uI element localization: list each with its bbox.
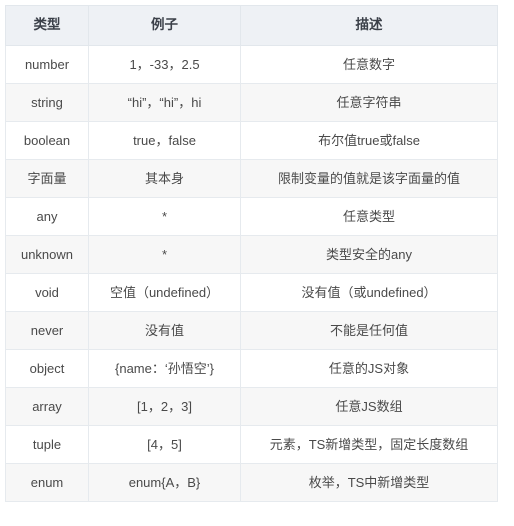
cell-type: string bbox=[5, 83, 89, 122]
cell-type: object bbox=[5, 349, 89, 388]
cell-type: tuple bbox=[5, 425, 89, 464]
table-row: string “hi”，“hi”，hi 任意字符串 bbox=[5, 83, 498, 122]
cell-description: 元素，TS新增类型，固定长度数组 bbox=[240, 425, 498, 464]
cell-example: [4，5] bbox=[88, 425, 241, 464]
cell-description: 没有值（或undefined） bbox=[240, 273, 498, 312]
cell-example: enum{A，B} bbox=[88, 463, 241, 502]
cell-example: 空值（undefined） bbox=[88, 273, 241, 312]
cell-description: 类型安全的any bbox=[240, 235, 498, 274]
cell-example: * bbox=[88, 197, 241, 236]
cell-example: * bbox=[88, 235, 241, 274]
cell-description: 限制变量的值就是该字面量的值 bbox=[240, 159, 498, 198]
cell-type: number bbox=[5, 45, 89, 84]
cell-type: any bbox=[5, 197, 89, 236]
column-header-type: 类型 bbox=[5, 5, 89, 46]
cell-type: 字面量 bbox=[5, 159, 89, 198]
table-row: 字面量 其本身 限制变量的值就是该字面量的值 bbox=[5, 159, 498, 198]
cell-example: 1，-33，2.5 bbox=[88, 45, 241, 84]
column-header-example: 例子 bbox=[88, 5, 241, 46]
table-row: unknown * 类型安全的any bbox=[5, 235, 498, 274]
type-table-container: 类型 例子 描述 number 1，-33，2.5 任意数字 string “hi”，“… bbox=[0, 0, 514, 502]
table-row: boolean true，false 布尔值true或false bbox=[5, 121, 498, 160]
cell-type: unknown bbox=[5, 235, 89, 274]
cell-example: true，false bbox=[88, 121, 241, 160]
table-header-row: 类型 例子 描述 bbox=[5, 5, 498, 46]
cell-type: array bbox=[5, 387, 89, 426]
cell-type: enum bbox=[5, 463, 89, 502]
cell-description: 任意字符串 bbox=[240, 83, 498, 122]
table-row: enum enum{A，B} 枚举，TS中新增类型 bbox=[5, 463, 498, 502]
cell-description: 任意数字 bbox=[240, 45, 498, 84]
column-header-description: 描述 bbox=[240, 5, 498, 46]
table-header: 类型 例子 描述 bbox=[5, 5, 498, 46]
cell-example: “hi”，“hi”，hi bbox=[88, 83, 241, 122]
table-row: never 没有值 不能是任何值 bbox=[5, 311, 498, 350]
cell-description: 任意的JS对象 bbox=[240, 349, 498, 388]
table-row: array [1，2，3] 任意JS数组 bbox=[5, 387, 498, 426]
cell-description: 任意类型 bbox=[240, 197, 498, 236]
cell-type: void bbox=[5, 273, 89, 312]
cell-description: 不能是任何值 bbox=[240, 311, 498, 350]
table-row: any * 任意类型 bbox=[5, 197, 498, 236]
table-row: tuple [4，5] 元素，TS新增类型，固定长度数组 bbox=[5, 425, 498, 464]
cell-example: {name：‘孙悟空’} bbox=[88, 349, 241, 388]
cell-type: never bbox=[5, 311, 89, 350]
cell-example: 没有值 bbox=[88, 311, 241, 350]
cell-type: boolean bbox=[5, 121, 89, 160]
typescript-types-table: 类型 例子 描述 number 1，-33，2.5 任意数字 string “hi”，“… bbox=[5, 5, 498, 502]
table-body: number 1，-33，2.5 任意数字 string “hi”，“hi”，hi 任意字… bbox=[5, 45, 498, 502]
table-row: number 1，-33，2.5 任意数字 bbox=[5, 45, 498, 84]
cell-example: 其本身 bbox=[88, 159, 241, 198]
cell-description: 枚举，TS中新增类型 bbox=[240, 463, 498, 502]
cell-description: 任意JS数组 bbox=[240, 387, 498, 426]
cell-example: [1，2，3] bbox=[88, 387, 241, 426]
table-row: object {name：‘孙悟空’} 任意的JS对象 bbox=[5, 349, 498, 388]
table-row: void 空值（undefined） 没有值（或undefined） bbox=[5, 273, 498, 312]
cell-description: 布尔值true或false bbox=[240, 121, 498, 160]
